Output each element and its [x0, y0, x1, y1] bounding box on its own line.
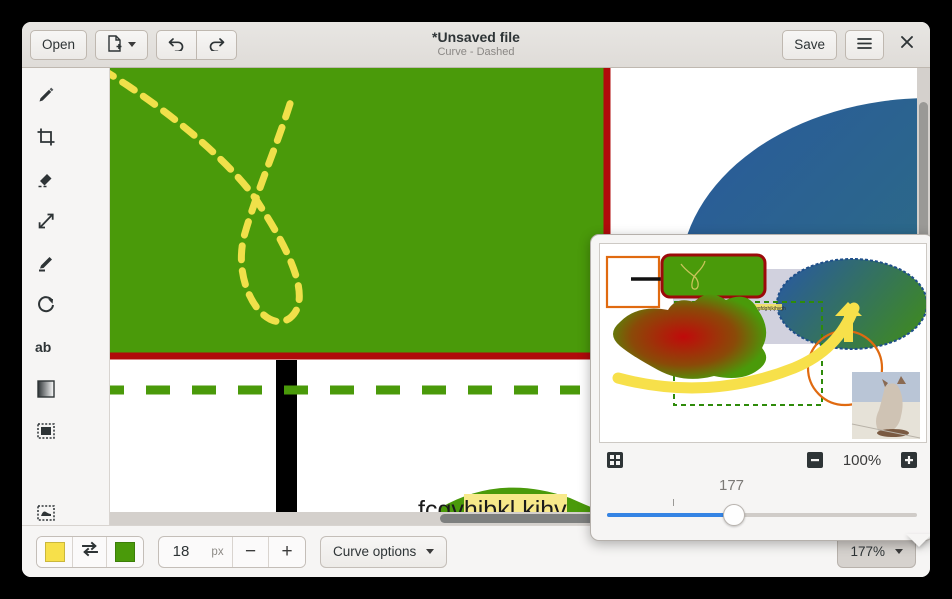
hamburger-menu-icon — [857, 37, 872, 53]
svg-text:fcgvhjbkl,kjhvgfdghjkjhvgh: fcgvhjbkl,kjhvgfdghjkjhvgh — [728, 306, 786, 312]
eraser-icon — [36, 169, 56, 189]
curve-options-button[interactable]: Curve options — [320, 535, 448, 568]
eraser-tool[interactable] — [26, 159, 66, 199]
gradient-tool[interactable] — [26, 369, 66, 409]
page-title: *Unsaved file — [432, 29, 520, 46]
crop-tool[interactable] — [26, 117, 66, 157]
history-button-group — [156, 29, 238, 60]
zoom-out-button[interactable] — [807, 452, 823, 468]
resize-arrows-icon — [36, 211, 56, 231]
highlighter-icon — [36, 253, 56, 273]
new-file-button[interactable] — [95, 29, 149, 60]
open-button[interactable]: Open — [30, 29, 88, 60]
rectangle-select-tool[interactable] — [26, 411, 66, 451]
tool-sidebar: ab — [22, 68, 110, 525]
highlighter-tool[interactable] — [26, 243, 66, 283]
menu-button[interactable] — [845, 29, 884, 60]
text-tool[interactable]: ab — [26, 327, 66, 367]
redo-button[interactable] — [196, 29, 238, 60]
svg-text:ab: ab — [35, 339, 51, 355]
pencil-tool[interactable] — [26, 75, 66, 115]
close-button[interactable] — [892, 30, 922, 60]
primary-color-button[interactable] — [37, 536, 73, 567]
chevron-down-icon — [426, 549, 435, 554]
fit-to-window-button[interactable] — [607, 452, 623, 468]
page-subtitle: Curve - Dashed — [437, 46, 515, 59]
zoom-slider-fill — [607, 513, 735, 517]
color-group — [36, 535, 144, 568]
primary-color-swatch — [44, 541, 65, 562]
size-input[interactable]: 18 — [159, 537, 203, 567]
zoom-popover-arrow — [906, 534, 930, 547]
freeform-select-icon — [36, 503, 56, 523]
zoom-popover-controls: 100% — [599, 443, 925, 477]
swap-colors-button[interactable] — [73, 536, 107, 567]
undo-icon — [168, 36, 185, 54]
app-window: Open *Unsaved file Curve - Dashed Save a… — [22, 22, 930, 577]
zoom-in-button[interactable] — [901, 452, 917, 468]
zoom-level-label: 177% — [850, 544, 885, 559]
rotate-tool[interactable] — [26, 285, 66, 325]
rectangle-select-icon — [36, 421, 56, 441]
text-ab-icon: ab — [35, 338, 57, 356]
size-decrease-button[interactable]: − — [233, 536, 269, 567]
secondary-color-swatch — [115, 541, 135, 562]
zoom-slider-tick — [673, 499, 674, 506]
zoom-percent-label: 100% — [842, 451, 882, 469]
resize-tool[interactable] — [26, 201, 66, 241]
redo-icon — [208, 36, 225, 54]
canvas-thumbnail[interactable]: fcgvhjbkl,kjhvgfdghjkjhvgh — [599, 243, 927, 443]
close-icon — [900, 35, 914, 54]
header-bar: Open *Unsaved file Curve - Dashed Save — [22, 22, 930, 68]
size-unit-label: px — [203, 536, 233, 567]
rotate-icon — [36, 295, 56, 315]
chevron-down-icon — [128, 42, 137, 47]
new-file-icon — [107, 34, 122, 55]
secondary-color-button[interactable] — [107, 536, 143, 567]
zoom-slider-handle[interactable] — [723, 504, 745, 526]
gradient-icon — [37, 380, 55, 398]
save-button[interactable]: Save — [782, 29, 837, 60]
crop-icon — [36, 127, 56, 147]
swap-colors-icon — [81, 541, 99, 562]
size-group: 18 px − + — [158, 535, 306, 568]
undo-button[interactable] — [156, 29, 197, 60]
zoom-popover: fcgvhjbkl,kjhvgfdghjkjhvgh 100% 177 — [590, 234, 930, 541]
curve-options-label: Curve options — [333, 544, 417, 559]
chevron-down-icon — [895, 549, 903, 554]
zoom-slider[interactable]: 177 — [607, 477, 917, 533]
zoom-slider-value: 177 — [719, 477, 745, 494]
size-increase-button[interactable]: + — [269, 536, 305, 567]
pencil-icon — [36, 85, 56, 105]
